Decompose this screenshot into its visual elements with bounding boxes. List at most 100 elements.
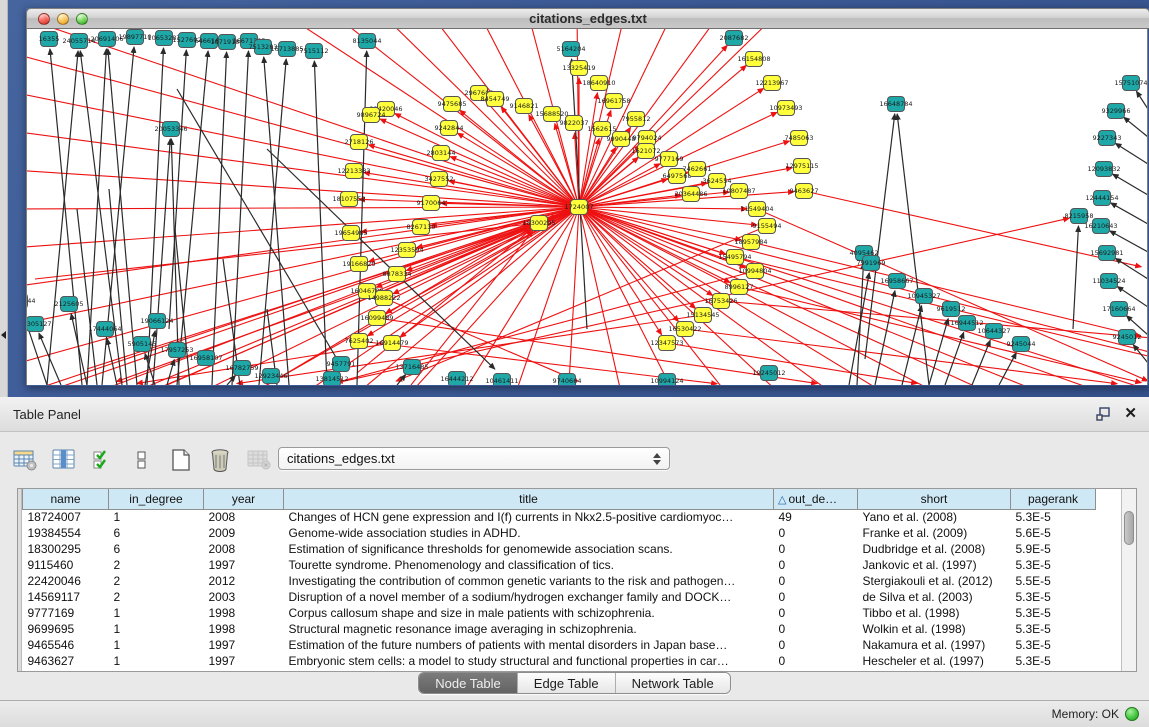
- cell-pagerank[interactable]: 5.5E-5: [1011, 573, 1096, 589]
- teal-node[interactable]: 7515112: [300, 44, 329, 59]
- cell-name[interactable]: 18724007: [23, 509, 109, 525]
- table-row[interactable]: 1938455462009Genome-wide association stu…: [23, 525, 1096, 541]
- cell-pagerank[interactable]: 5.3E-5: [1011, 653, 1096, 669]
- cell-short[interactable]: Dudbridge et al. (2008): [858, 541, 1011, 557]
- yellow-node[interactable]: 19166829: [342, 257, 375, 272]
- yellow-node[interactable]: 16154808: [737, 52, 770, 67]
- yellow-node[interactable]: 8267130: [407, 220, 436, 235]
- yellow-node[interactable]: 18107552: [332, 192, 365, 207]
- teal-node[interactable]: 9740664: [553, 374, 582, 386]
- cell-year[interactable]: 2008: [204, 541, 284, 557]
- teal-node[interactable]: 12444154: [1085, 191, 1118, 206]
- cell-title[interactable]: Structural magnetic resonance image aver…: [284, 621, 774, 637]
- cell-in_degree[interactable]: 2: [109, 573, 204, 589]
- cell-year[interactable]: 1997: [204, 557, 284, 573]
- deselect-all-icon[interactable]: [127, 445, 157, 475]
- yellow-node[interactable]: 16530422: [668, 322, 701, 337]
- cell-short[interactable]: Tibbo et al. (1998): [858, 605, 1011, 621]
- yellow-node[interactable]: 16914479: [375, 336, 408, 351]
- cell-short[interactable]: Stergiakouli et al. (2012): [858, 573, 1011, 589]
- cell-title[interactable]: Disruption of a novel member of a sodium…: [284, 589, 774, 605]
- yellow-node[interactable]: 8878334: [383, 267, 412, 282]
- cell-in_degree[interactable]: 2: [109, 589, 204, 605]
- column-header-pagerank[interactable]: pagerank: [1011, 489, 1096, 509]
- cell-pagerank[interactable]: 5.3E-5: [1011, 637, 1096, 653]
- cell-name[interactable]: 9465546: [23, 637, 109, 653]
- minimize-window-icon[interactable]: [57, 13, 69, 25]
- cell-in_degree[interactable]: 1: [109, 509, 204, 525]
- scrollbar-thumb[interactable]: [1124, 511, 1134, 545]
- yellow-node[interactable]: 12975115: [785, 159, 818, 174]
- cell-year[interactable]: 2012: [204, 573, 284, 589]
- yellow-node[interactable]: 2718126: [345, 135, 374, 150]
- cell-title[interactable]: Embryonic stem cells: a model to study s…: [284, 653, 774, 669]
- teal-node[interactable]: 2087682: [720, 31, 749, 46]
- yellow-node[interactable]: 3427552: [425, 172, 454, 187]
- yellow-node[interactable]: 15495794: [718, 250, 751, 265]
- column-header-year[interactable]: year: [204, 489, 284, 509]
- yellow-node[interactable]: 12213967: [755, 76, 788, 91]
- teal-node[interactable]: 10994124: [650, 374, 683, 386]
- cell-in_degree[interactable]: 1: [109, 653, 204, 669]
- teal-node[interactable]: 10461411: [485, 374, 518, 386]
- column-header-in_degree[interactable]: in_degree: [109, 489, 204, 509]
- cell-name[interactable]: 9699695: [23, 621, 109, 637]
- network-window-titlebar[interactable]: citations_edges.txt: [26, 8, 1149, 29]
- cell-in_degree[interactable]: 2: [109, 557, 204, 573]
- teal-node[interactable]: 16648784: [879, 97, 912, 112]
- cell-name[interactable]: 9777169: [23, 605, 109, 621]
- cell-year[interactable]: 2008: [204, 509, 284, 525]
- cell-short[interactable]: de Silva et al. (2003): [858, 589, 1011, 605]
- cell-short[interactable]: Hescheler et al. (1997): [858, 653, 1011, 669]
- vertical-scrollbar[interactable]: [1121, 489, 1136, 671]
- teal-node[interactable]: 11034524: [1092, 274, 1125, 289]
- teal-node[interactable]: 16444212: [440, 372, 473, 386]
- yellow-node[interactable]: 18640910: [582, 76, 615, 91]
- yellow-node[interactable]: 7485063: [785, 131, 814, 146]
- zoom-window-icon[interactable]: [76, 13, 88, 25]
- tab-network-table[interactable]: Network Table: [615, 673, 730, 693]
- teal-node[interactable]: 17444064: [88, 322, 121, 337]
- close-window-icon[interactable]: [38, 13, 50, 25]
- cell-out_degree[interactable]: 0: [774, 541, 858, 557]
- column-header-name[interactable]: name: [23, 489, 109, 509]
- cell-year[interactable]: 2003: [204, 589, 284, 605]
- cell-name[interactable]: 19384554: [23, 525, 109, 541]
- teal-node[interactable]: 9245044: [1007, 337, 1036, 352]
- cell-year[interactable]: 1997: [204, 637, 284, 653]
- cell-name[interactable]: 9115460: [23, 557, 109, 573]
- yellow-node[interactable]: 12213383: [337, 164, 370, 179]
- cell-title[interactable]: Estimation of the future numbers of pati…: [284, 637, 774, 653]
- cell-pagerank[interactable]: 5.9E-5: [1011, 541, 1096, 557]
- cell-name[interactable]: 14569117: [23, 589, 109, 605]
- table-row[interactable]: 911546021997Tourette syndrome. Phenomeno…: [23, 557, 1096, 573]
- cell-in_degree[interactable]: 1: [109, 637, 204, 653]
- cell-out_degree[interactable]: 0: [774, 557, 858, 573]
- yellow-node[interactable]: 9242844: [435, 121, 464, 136]
- teal-node[interactable]: 13814512: [315, 372, 348, 386]
- cell-pagerank[interactable]: 5.6E-5: [1011, 525, 1096, 541]
- table-selector-dropdown[interactable]: citations_edges.txt: [278, 447, 670, 470]
- yellow-node[interactable]: 13325419: [562, 61, 595, 76]
- cell-in_degree[interactable]: 6: [109, 525, 204, 541]
- cell-out_degree[interactable]: 49: [774, 509, 858, 525]
- memory-ok-icon[interactable]: [1125, 707, 1139, 721]
- yellow-node[interactable]: 19654985: [334, 226, 367, 241]
- cell-title[interactable]: Estimation of significance thresholds fo…: [284, 541, 774, 557]
- cell-out_degree[interactable]: 0: [774, 589, 858, 605]
- cell-pagerank[interactable]: 5.3E-5: [1011, 605, 1096, 621]
- table-row[interactable]: 969969511998Structural magnetic resonanc…: [23, 621, 1096, 637]
- yellow-node[interactable]: 2803144: [427, 146, 456, 161]
- yellow-node[interactable]: 9463627: [790, 184, 819, 199]
- select-column-icon[interactable]: [49, 445, 79, 475]
- cell-pagerank[interactable]: 5.3E-5: [1011, 589, 1096, 605]
- cell-pagerank[interactable]: 5.3E-5: [1011, 621, 1096, 637]
- cell-out_degree[interactable]: 0: [774, 653, 858, 669]
- scroll-left-arrow-icon[interactable]: [1, 331, 6, 339]
- yellow-node[interactable]: 16753426: [704, 294, 737, 309]
- cell-title[interactable]: Changes of HCN gene expression and I(f) …: [284, 509, 774, 525]
- teal-node[interactable]: 2125605: [55, 297, 84, 312]
- cell-name[interactable]: 18300295: [23, 541, 109, 557]
- table-settings-icon[interactable]: [10, 445, 40, 475]
- cell-title[interactable]: Corpus callosum shape and size in male p…: [284, 605, 774, 621]
